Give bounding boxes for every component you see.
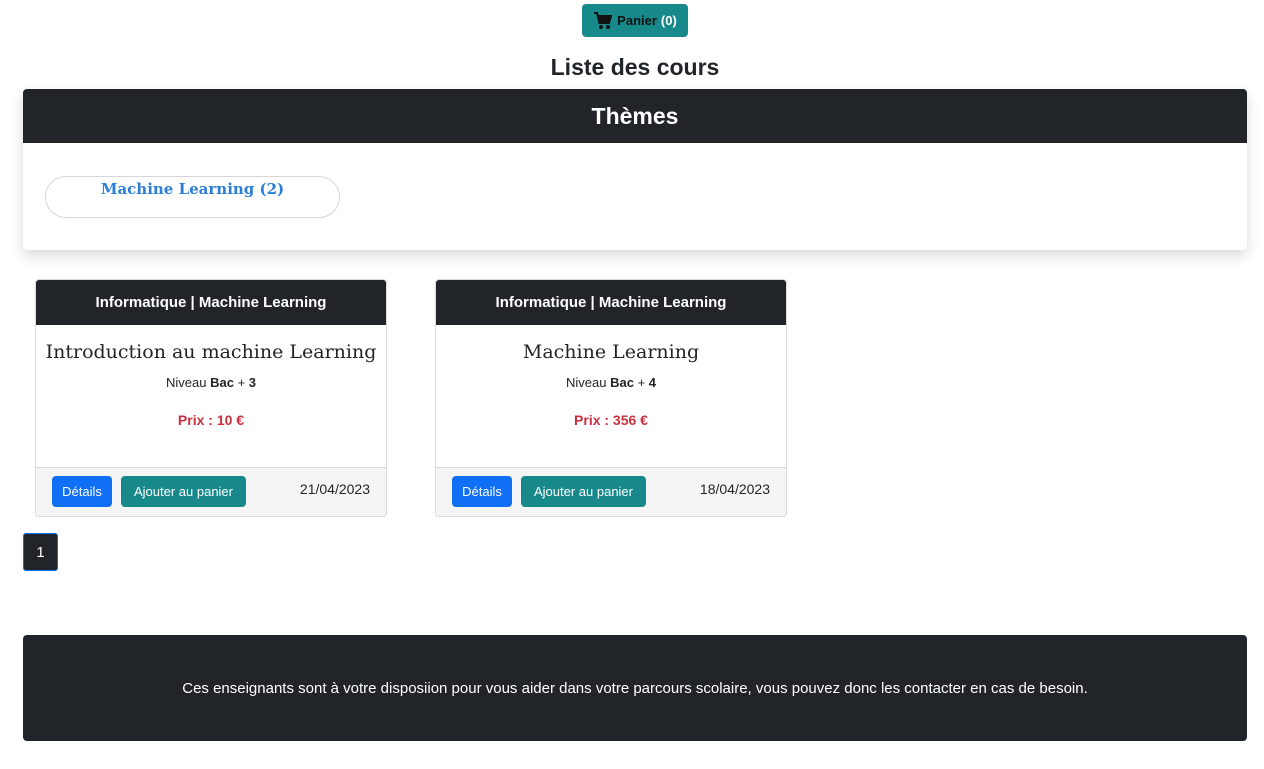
course-date: 18/04/2023: [699, 481, 770, 497]
course-level: Niveau Bac + 3: [36, 375, 386, 390]
level-plus: +: [637, 375, 646, 390]
level-plus: +: [237, 375, 246, 390]
theme-item-machine-learning[interactable]: Machine Learning (2): [45, 176, 340, 218]
course-card: Informatique | Machine Learning Introduc…: [35, 279, 387, 517]
level-prefix: Niveau: [565, 375, 607, 390]
cart-icon: [594, 11, 613, 29]
course-category: Informatique | Machine Learning: [436, 280, 786, 325]
course-price: Prix : 10 €: [177, 412, 245, 428]
footer-text: Ces enseignants sont à votre disposiion …: [182, 679, 1088, 697]
level-main: Bac: [210, 375, 234, 390]
themes-card: Thèmes Machine Learning (2): [23, 89, 1247, 250]
level-main: Bac: [610, 375, 634, 390]
course-level: Niveau Bac + 4: [436, 375, 786, 390]
course-title: Machine Learning: [522, 341, 700, 363]
themes-header: Thèmes: [23, 89, 1247, 143]
course-footer: Détails Ajouter au panier 18/04/2023: [436, 467, 786, 516]
course-price: Prix : 356 €: [574, 412, 648, 428]
cart-button[interactable]: Panier (0): [582, 4, 688, 37]
course-card: Informatique | Machine Learning Machine …: [435, 279, 787, 517]
course-category: Informatique | Machine Learning: [36, 280, 386, 325]
pagination-page-1[interactable]: 1: [23, 533, 58, 571]
details-button[interactable]: Détails: [52, 476, 112, 507]
course-title: Introduction au machine Learning: [45, 341, 377, 363]
details-button[interactable]: Détails: [452, 476, 512, 507]
course-footer: Détails Ajouter au panier 21/04/2023: [36, 467, 386, 516]
page-title: Liste des cours: [550, 54, 720, 80]
cart-count: (0): [660, 13, 677, 28]
course-date: 21/04/2023: [299, 481, 370, 497]
level-num: 3: [248, 375, 257, 390]
level-prefix: Niveau: [165, 375, 207, 390]
add-to-cart-button[interactable]: Ajouter au panier: [521, 476, 646, 507]
level-num: 4: [648, 375, 657, 390]
cart-label: Panier: [617, 13, 657, 28]
footer: Ces enseignants sont à votre disposiion …: [23, 635, 1247, 741]
add-to-cart-button[interactable]: Ajouter au panier: [121, 476, 246, 507]
